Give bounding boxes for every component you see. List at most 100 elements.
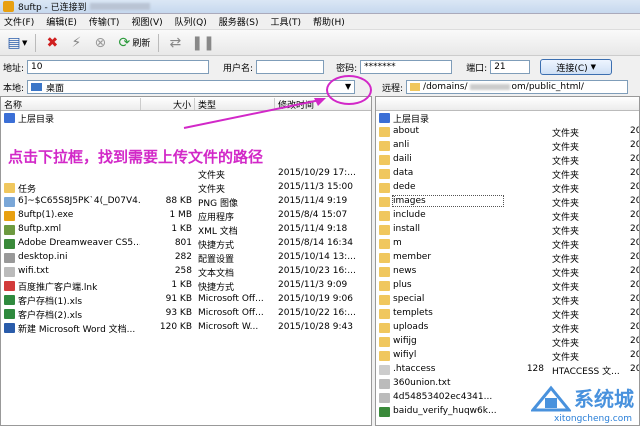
port-input[interactable]: 21 bbox=[490, 60, 531, 74]
table-row[interactable]: desktop.ini 282 配置设置 2015/10/14 13:... bbox=[1, 251, 371, 265]
table-row[interactable]: 百度推广客户端.lnk 1 KB 快捷方式 2015/11/3 9:09 bbox=[1, 279, 371, 293]
folder-icon bbox=[379, 295, 390, 305]
blurred-domain bbox=[469, 84, 510, 90]
up-icon bbox=[379, 113, 390, 123]
file-name: 上层目录 bbox=[18, 115, 55, 125]
remote-file-pane[interactable]: 上层目录about 文件夹 20 anli 文件夹 20 daili 文件夹 20 data 文件夹… bbox=[375, 96, 640, 426]
menu-transfer[interactable]: 传输(T) bbox=[89, 15, 120, 28]
file-type: Microsoft Off... bbox=[198, 294, 264, 304]
password-input[interactable]: ******* bbox=[360, 60, 453, 74]
file-name: m bbox=[393, 238, 402, 248]
file-name: wifiyl bbox=[393, 350, 417, 360]
quick-connect-button[interactable]: ⚡ bbox=[68, 34, 84, 52]
menu-edit[interactable]: 编辑(E) bbox=[46, 15, 77, 28]
col-name[interactable]: 名称 bbox=[1, 98, 141, 111]
table-row[interactable]: about 文件夹 20 bbox=[376, 125, 639, 139]
local-path-dropdown[interactable]: 桌面 ▼ bbox=[27, 80, 356, 94]
watermark-logo bbox=[531, 385, 571, 412]
table-row[interactable]: 客户存档(2).xls 93 KB Microsoft Off... 2015/10/… bbox=[1, 307, 371, 321]
pause-button[interactable]: ❚❚ bbox=[191, 34, 215, 52]
table-row[interactable]: images 文件夹 20 bbox=[376, 195, 639, 209]
table-row[interactable]: 8uftp(1).exe 1 MB 应用程序 2015/8/4 15:07 bbox=[1, 209, 371, 223]
file-date: 20 bbox=[630, 322, 639, 332]
file-size: 91 KB bbox=[165, 294, 192, 304]
menu-view[interactable]: 视图(V) bbox=[131, 15, 162, 28]
port-label: 端口: bbox=[466, 63, 488, 74]
table-row[interactable]: news 文件夹 20 bbox=[376, 265, 639, 279]
cancel-button[interactable]: ⊗ bbox=[92, 34, 108, 52]
file-size: 801 bbox=[174, 238, 192, 248]
folder-icon bbox=[379, 169, 390, 179]
file-type: XML 文档 bbox=[198, 227, 238, 237]
file-name: about bbox=[393, 126, 419, 136]
password-label: 密码: bbox=[336, 63, 358, 74]
menu-server[interactable]: 服务器(S) bbox=[219, 15, 259, 28]
reconnect-button[interactable]: ⇄ bbox=[167, 34, 183, 52]
doc-icon bbox=[4, 323, 15, 333]
menu-queue[interactable]: 队列(Q) bbox=[175, 15, 207, 28]
file-name: install bbox=[393, 224, 420, 234]
folder-icon bbox=[410, 83, 421, 91]
table-row[interactable]: 客户存档(1).xls 91 KB Microsoft Off... 2015/10/… bbox=[1, 293, 371, 307]
txt-icon bbox=[379, 379, 390, 389]
table-row[interactable]: 8uftp.xml 1 KB XML 文档 2015/11/4 9:18 bbox=[1, 223, 371, 237]
table-row[interactable]: daili 文件夹 20 bbox=[376, 153, 639, 167]
toolbar-separator bbox=[35, 33, 37, 52]
annotation-circle bbox=[326, 75, 372, 105]
file-type: 文件夹 bbox=[552, 353, 580, 363]
site-manager-button[interactable]: ▤ ▼ bbox=[6, 34, 27, 52]
file-name: 任务 bbox=[18, 185, 37, 195]
remote-path-tail: om/public_html/ bbox=[511, 82, 584, 92]
menu-tools[interactable]: 工具(T) bbox=[271, 15, 302, 28]
connect-button[interactable]: 连接(C) ▼ bbox=[540, 59, 613, 75]
remote-path-value: /domains/ bbox=[423, 82, 468, 92]
table-row[interactable]: special 文件夹 20 bbox=[376, 293, 639, 307]
table-row[interactable]: member 文件夹 20 bbox=[376, 251, 639, 265]
file-name: templets bbox=[393, 308, 433, 318]
table-row[interactable]: wifiyl 文件夹 20 bbox=[376, 349, 639, 363]
file-date: 2015/11/4 9:19 bbox=[278, 196, 348, 206]
folder-icon bbox=[379, 155, 390, 165]
file-name: member bbox=[393, 252, 432, 262]
watermark-sub: xitongcheng.com bbox=[554, 414, 632, 424]
table-row[interactable]: include 文件夹 20 bbox=[376, 209, 639, 223]
folder-icon bbox=[379, 281, 390, 291]
connect-label: 连接(C) bbox=[556, 63, 588, 74]
stop-icon: ⊗ bbox=[94, 34, 107, 51]
table-row[interactable]: 6]~$C65S8J5PK`4(_D07V4... 88 KB PNG 图像 2015… bbox=[1, 195, 371, 209]
file-date: 2015/11/3 15:00 bbox=[278, 182, 353, 192]
table-row[interactable]: templets 文件夹 20 bbox=[376, 307, 639, 321]
table-row[interactable]: 上层目录 bbox=[376, 111, 639, 125]
menu-help[interactable]: 帮助(H) bbox=[313, 15, 345, 28]
file-name: anli bbox=[393, 140, 410, 150]
table-row[interactable]: data 文件夹 20 bbox=[376, 167, 639, 181]
table-row[interactable]: 任务 文件夹 2015/11/3 15:00 bbox=[1, 181, 371, 195]
file-date: 20 bbox=[630, 266, 639, 276]
folder-icon bbox=[379, 127, 390, 137]
username-input[interactable] bbox=[256, 60, 325, 74]
file-date: 2015/10/19 9:06 bbox=[278, 294, 353, 304]
table-row[interactable]: plus 文件夹 20 bbox=[376, 279, 639, 293]
table-row[interactable]: wifi.txt 258 文本文档 2015/10/23 16:... bbox=[1, 265, 371, 279]
table-row[interactable]: anli 文件夹 20 bbox=[376, 139, 639, 153]
disconnect-button[interactable]: ✖ bbox=[44, 34, 60, 52]
table-row[interactable]: install 文件夹 20 bbox=[376, 223, 639, 237]
table-row[interactable]: dede 文件夹 20 bbox=[376, 181, 639, 195]
address-input[interactable]: 10 bbox=[27, 60, 210, 74]
file-type: 文件夹 bbox=[552, 283, 580, 293]
table-row[interactable]: uploads 文件夹 20 bbox=[376, 321, 639, 335]
file-name: 百度推广客户端.lnk bbox=[18, 283, 98, 293]
folder-icon bbox=[379, 225, 390, 235]
table-row[interactable]: .htaccess 128 HTACCESS 文... 20 bbox=[376, 363, 639, 377]
table-row[interactable]: Adobe Dreamweaver CS5... 801 快捷方式 2015/8/14… bbox=[1, 237, 371, 251]
remote-path-dropdown[interactable]: /domains/ om/public_html/ bbox=[406, 80, 629, 94]
folder-icon bbox=[379, 253, 390, 263]
file-type: 文件夹 bbox=[552, 255, 580, 265]
table-row[interactable]: wifijg 文件夹 20 bbox=[376, 335, 639, 349]
table-row[interactable]: m 文件夹 20 bbox=[376, 237, 639, 251]
table-row[interactable]: 新建 Microsoft Word 文档... 120 KB Microsoft W… bbox=[1, 321, 371, 335]
table-row[interactable]: 文件夹 2015/10/29 17:... bbox=[1, 167, 371, 181]
refresh-button[interactable]: ⟳ 刷新 bbox=[116, 34, 151, 52]
pause-icon: ❚❚ bbox=[191, 34, 215, 51]
menu-file[interactable]: 文件(F) bbox=[4, 15, 34, 28]
